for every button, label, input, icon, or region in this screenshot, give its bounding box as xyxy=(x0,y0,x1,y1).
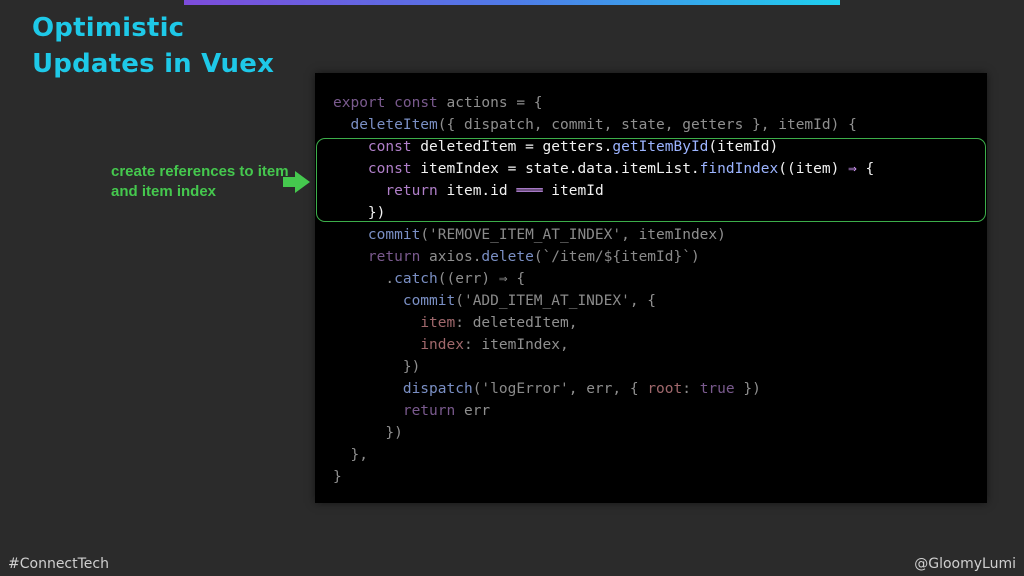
right-arrow-icon xyxy=(283,171,310,193)
slide-title: Optimistic Updates in Vuex xyxy=(32,10,274,82)
annotation-text: create references to item and item index xyxy=(111,163,289,200)
title-line-1: Optimistic xyxy=(32,13,185,43)
code-line: .catch((err) ⇒ { xyxy=(333,271,526,287)
code-line: return err xyxy=(402,403,491,419)
code-line: }) xyxy=(333,425,403,441)
footer-handle: @GloomyLumi xyxy=(914,556,1016,572)
code-line: deleteItem({ dispatch, commit, state, ge… xyxy=(350,117,857,133)
code-line: commit('ADD_ITEM_AT_INDEX', { xyxy=(402,293,657,309)
code-line: commit('REMOVE_ITEM_AT_INDEX', itemIndex… xyxy=(367,227,726,243)
highlight-box xyxy=(316,138,986,222)
code-line: return axios.delete(`/item/${itemId}`) xyxy=(367,249,700,265)
title-line-2: Updates in Vuex xyxy=(32,49,275,79)
footer-hashtag: #ConnectTech xyxy=(8,556,109,572)
code-line: item: deletedItem, xyxy=(420,315,578,331)
top-accent-bar xyxy=(184,0,840,5)
code-line: export const actions = { xyxy=(333,95,543,111)
code-line: index: itemIndex, xyxy=(420,337,569,353)
code-line: }, xyxy=(333,447,368,463)
code-line: }) xyxy=(333,359,421,375)
code-line: dispatch('logError', err, { root: true }… xyxy=(402,381,761,397)
code-line: } xyxy=(333,469,342,485)
